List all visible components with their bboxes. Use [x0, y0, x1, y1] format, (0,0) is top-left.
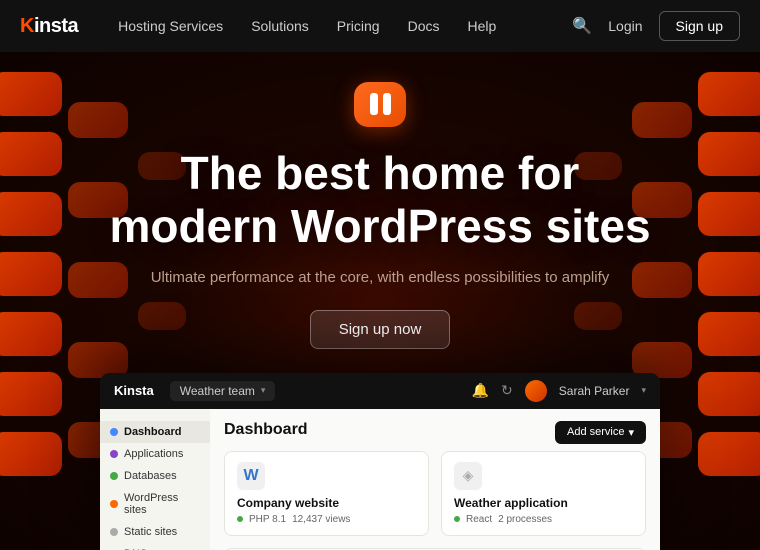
notifications-icon[interactable]: 🔔: [472, 382, 489, 399]
nav-actions: 🔍 Login Sign up: [572, 11, 740, 41]
dash-main-content: Dashboard Add service ▾ W Company websit…: [210, 409, 660, 550]
nav-link-hosting[interactable]: Hosting Services: [118, 18, 223, 34]
nav-link-pricing[interactable]: Pricing: [337, 18, 380, 34]
wordpress-dot: [110, 500, 118, 508]
user-menu-chevron-icon[interactable]: ▾: [641, 385, 646, 396]
dash-body: Dashboard Applications Databases WordPre…: [100, 409, 660, 550]
card-title-company: Company website: [237, 496, 416, 510]
company-website-card[interactable]: W Company website PHP 8.1 12,437 views: [224, 451, 429, 536]
weather-app-card[interactable]: ◈ Weather application React 2 processes: [441, 451, 646, 536]
sidebar-item-wordpress[interactable]: WordPress sites: [100, 487, 210, 521]
hero-subtitle: Ultimate performance at the core, with e…: [151, 269, 610, 286]
nav-links: Hosting Services Solutions Pricing Docs …: [118, 18, 572, 34]
wordpress-icon: W: [243, 467, 258, 485]
nav-logo[interactable]: Kinsta: [20, 15, 78, 38]
applications-dot: [110, 450, 118, 458]
app-card-icon-wrap: ◈: [454, 462, 482, 490]
hero-title: The best home for modern WordPress sites: [109, 147, 650, 253]
search-icon[interactable]: 🔍: [572, 16, 592, 36]
card-meta-company: PHP 8.1 12,437 views: [237, 514, 416, 525]
dash-team-selector[interactable]: Weather team ▾: [170, 381, 276, 401]
app-icon: ◈: [463, 467, 474, 484]
dashboard-preview: Kinsta Weather team ▾ 🔔 ↻ Sarah Parker ▾…: [100, 373, 660, 550]
status-dot-green: [237, 516, 243, 522]
card-title-weather: Weather application: [454, 496, 633, 510]
login-button[interactable]: Login: [608, 18, 642, 34]
add-service-button[interactable]: Add service ▾: [555, 421, 646, 444]
hero-cta-button[interactable]: Sign up now: [310, 310, 451, 349]
hero-section: The best home for modern WordPress sites…: [0, 52, 760, 550]
nav-link-solutions[interactable]: Solutions: [251, 18, 309, 34]
sidebar-item-databases[interactable]: Databases: [100, 465, 210, 487]
dash-action-icons: 🔔 ↻ Sarah Parker ▾: [472, 380, 646, 402]
chevron-down-icon: ▾: [628, 426, 634, 439]
user-name-label: Sarah Parker: [559, 384, 630, 398]
brand-icon: [354, 82, 406, 127]
sidebar-item-dns[interactable]: DNS: [100, 543, 210, 550]
databases-dot: [110, 472, 118, 480]
dash-logo: Kinsta: [114, 383, 154, 398]
signup-button[interactable]: Sign up: [659, 11, 740, 41]
refresh-icon[interactable]: ↻: [501, 382, 513, 399]
sidebar-item-static[interactable]: Static sites: [100, 521, 210, 543]
nav-link-help[interactable]: Help: [467, 18, 496, 34]
card-meta-weather: React 2 processes: [454, 514, 633, 525]
status-dot-green-2: [454, 516, 460, 522]
avatar: [525, 380, 547, 402]
dash-topbar: Kinsta Weather team ▾ 🔔 ↻ Sarah Parker ▾: [100, 373, 660, 409]
wordpress-card-icon-wrap: W: [237, 462, 265, 490]
navbar: Kinsta Hosting Services Solutions Pricin…: [0, 0, 760, 52]
chevron-down-icon: ▾: [261, 385, 266, 396]
service-cards: W Company website PHP 8.1 12,437 views ◈: [224, 451, 646, 536]
nav-link-docs[interactable]: Docs: [408, 18, 440, 34]
sidebar-item-dashboard[interactable]: Dashboard: [100, 421, 210, 443]
dashboard-dot: [110, 428, 118, 436]
sidebar-item-applications[interactable]: Applications: [100, 443, 210, 465]
dash-sidebar: Dashboard Applications Databases WordPre…: [100, 409, 210, 550]
static-dot: [110, 528, 118, 536]
